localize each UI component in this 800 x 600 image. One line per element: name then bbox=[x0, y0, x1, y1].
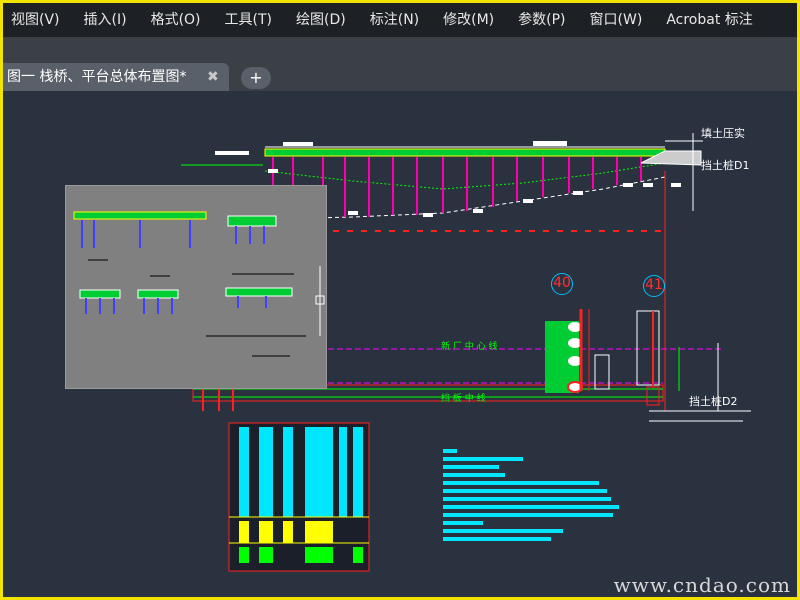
axis-marker-41: 41 bbox=[643, 275, 665, 297]
menu-parameters[interactable]: 参数(P) bbox=[506, 3, 577, 37]
label-beam: 挡 板 中 线 bbox=[441, 394, 486, 404]
close-icon[interactable]: ✖ bbox=[207, 63, 219, 91]
notes-block bbox=[443, 449, 619, 541]
label-centerline: 新 厂 中 心 线 bbox=[441, 342, 498, 352]
menu-format[interactable]: 格式(O) bbox=[139, 3, 213, 37]
file-tab-bar: 图一 栈桥、平台总体布置图* ✖ + bbox=[3, 37, 797, 91]
menu-acrobat[interactable]: Acrobat 标注 bbox=[654, 3, 764, 37]
menu-view[interactable]: 视图(V) bbox=[3, 3, 72, 37]
menu-modify[interactable]: 修改(M) bbox=[431, 3, 506, 37]
menu-tools[interactable]: 工具(T) bbox=[213, 3, 284, 37]
label-pile-d2: 挡土桩D2 bbox=[689, 395, 738, 408]
detail-drawing bbox=[73, 211, 325, 357]
menu-dimension[interactable]: 标注(N) bbox=[358, 3, 431, 37]
drawing-canvas[interactable]: 填土压实 挡土桩D1 挡土桩D2 新 厂 中 心 线 挡 板 中 线 40 41 bbox=[3, 91, 797, 597]
menu-insert[interactable]: 插入(I) bbox=[72, 3, 139, 37]
schedule-table bbox=[228, 422, 370, 572]
menu-window[interactable]: 窗口(W) bbox=[578, 3, 655, 37]
tab-drawing[interactable]: 图一 栈桥、平台总体布置图* ✖ bbox=[3, 63, 229, 91]
label-fill: 填土压实 bbox=[701, 127, 745, 140]
watermark: www.cndao.com bbox=[613, 573, 791, 597]
axis-marker-40: 40 bbox=[551, 273, 573, 295]
detail-viewport[interactable] bbox=[65, 185, 327, 389]
tab-drawing-label: 图一 栈桥、平台总体布置图* bbox=[7, 69, 187, 85]
new-tab-button[interactable]: + bbox=[241, 67, 271, 89]
label-pile-d1: 挡土桩D1 bbox=[701, 159, 750, 172]
menu-draw[interactable]: 绘图(D) bbox=[284, 3, 358, 37]
menu-bar: 视图(V) 插入(I) 格式(O) 工具(T) 绘图(D) 标注(N) 修改(M… bbox=[3, 3, 797, 37]
app-window: 视图(V) 插入(I) 格式(O) 工具(T) 绘图(D) 标注(N) 修改(M… bbox=[0, 0, 800, 600]
